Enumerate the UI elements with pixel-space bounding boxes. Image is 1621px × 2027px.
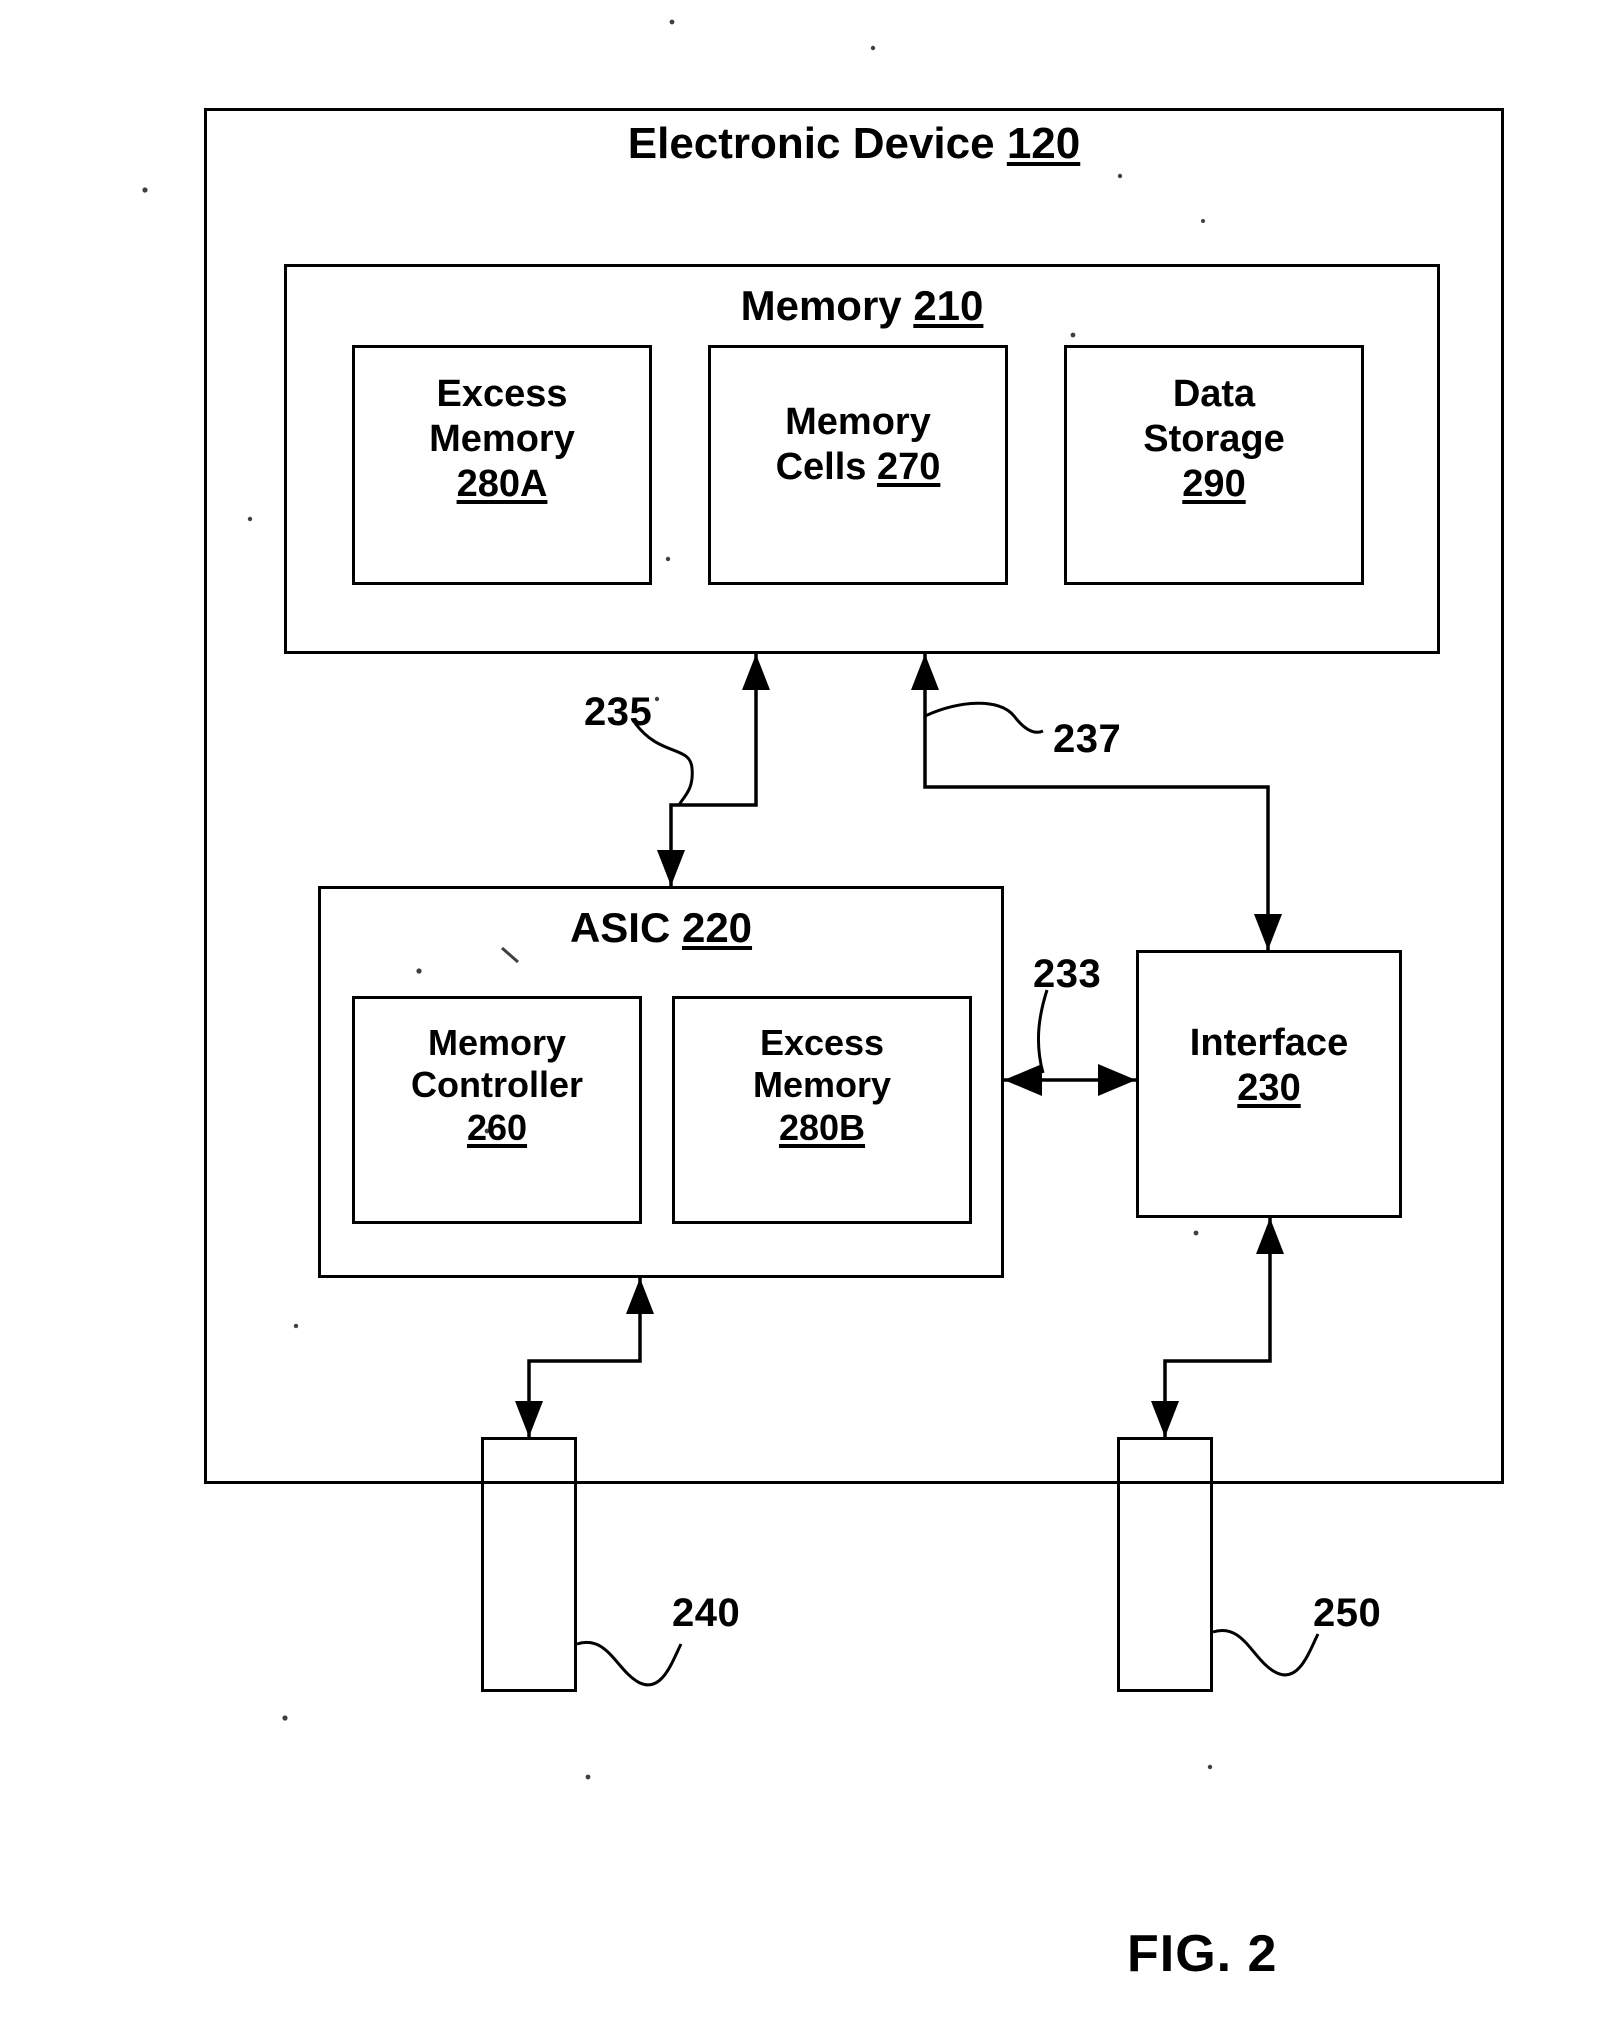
electronic-device-ref: 120 (1006, 119, 1081, 168)
data-storage-290-line1: Data (1172, 373, 1256, 415)
asic-ref: 220 (681, 904, 753, 951)
asic-title-text: ASIC (569, 904, 682, 951)
memory-cells-270-label: Memory Cells 270 (708, 400, 1008, 490)
excess-memory-280a-label: Excess Memory 280A (352, 372, 652, 506)
memory-controller-260-ref: 260 (466, 1106, 528, 1148)
asic-title: ASIC 220 (318, 903, 1004, 953)
memory-cells-270-ref: 270 (876, 445, 941, 488)
interface-230-line1: Interface (1189, 1022, 1349, 1064)
reference-numeral-233: 233 (1033, 952, 1102, 996)
memory-cells-270-line1: Memory (785, 401, 931, 443)
reference-numeral-237: 237 (1053, 717, 1122, 761)
memory-controller-260-line2: Controller (410, 1064, 583, 1106)
memory-title: Memory 210 (284, 281, 1440, 331)
excess-memory-280b-line1: Excess (759, 1022, 885, 1063)
port-240-block (481, 1437, 577, 1692)
memory-cells-270-line2: Cells (775, 445, 877, 488)
excess-memory-280b-ref: 280B (778, 1106, 866, 1148)
interface-230-label: Interface 230 (1136, 1021, 1402, 1111)
figure-caption: FIG. 2 (1127, 1925, 1278, 1983)
data-storage-290-line2: Storage (1143, 417, 1285, 460)
port-250-block (1117, 1437, 1213, 1692)
leader-240 (576, 1640, 683, 1687)
excess-memory-280a-line1: Excess (436, 373, 568, 415)
memory-controller-260-line1: Memory (427, 1022, 567, 1063)
data-storage-290-ref: 290 (1182, 462, 1246, 505)
excess-memory-280a-ref: 280A (456, 462, 548, 505)
excess-memory-280b-line2: Memory (752, 1064, 892, 1106)
memory-title-text: Memory (740, 282, 914, 329)
leader-250 (1212, 1628, 1320, 1677)
reference-numeral-240: 240 (672, 1591, 741, 1635)
memory-controller-260-label: Memory Controller 260 (352, 1022, 642, 1149)
excess-memory-280a-line2: Memory (429, 417, 575, 460)
excess-memory-280b-label: Excess Memory 280B (672, 1022, 972, 1149)
memory-ref: 210 (913, 282, 984, 329)
reference-numeral-235: 235 (584, 690, 653, 734)
interface-230-ref: 230 (1237, 1066, 1301, 1109)
electronic-device-title-text: Electronic Device (627, 119, 1007, 168)
electronic-device-title: Electronic Device 120 (204, 118, 1504, 170)
data-storage-290-label: Data Storage 290 (1064, 372, 1364, 506)
patent-figure-page: Electronic Device 120 Memory 210 Excess M… (0, 0, 1621, 2027)
reference-numeral-250: 250 (1313, 1591, 1382, 1635)
